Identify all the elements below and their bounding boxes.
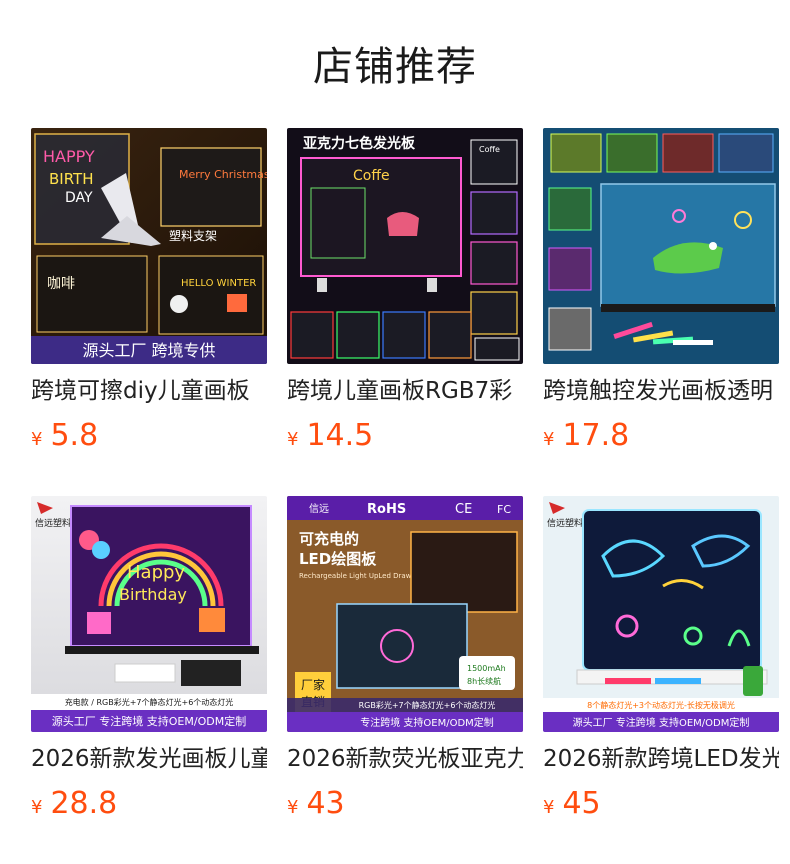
- price-value: 43: [306, 786, 345, 821]
- image-text: DAY: [65, 190, 93, 206]
- product-price: ¥43: [287, 786, 345, 821]
- image-text: LED绘图板: [299, 550, 377, 568]
- image-text: 1500mAh: [467, 664, 506, 673]
- image-text: 充电款 / RGB彩光+7个静态灯光+6个动态灯光: [65, 697, 234, 707]
- product-price: ¥5.8: [31, 418, 98, 453]
- image-text: Merry Christmas: [179, 168, 267, 181]
- currency-symbol: ¥: [31, 797, 43, 818]
- product-image[interactable]: 信远 RoHS CE FC 可充电的 LED绘图板 Rechargeable L…: [287, 496, 523, 732]
- product-title[interactable]: 跨境儿童画板RGB7彩: [287, 376, 523, 406]
- image-text: CE: [455, 502, 472, 517]
- image-text: Birthday: [119, 585, 187, 604]
- image-text: Coffe: [353, 168, 390, 184]
- product-price: ¥14.5: [287, 418, 373, 453]
- product-image[interactable]: 信远塑料 Happy Birthday 充电款 / RGB彩光+7个静态灯光+6…: [31, 496, 267, 732]
- product-image[interactable]: 亚克力七色发光板 Coffe Coffe: [287, 128, 523, 364]
- image-text: HAPPY: [43, 147, 95, 166]
- product-image[interactable]: [543, 128, 779, 364]
- image-text: 亚克力七色发光板: [303, 135, 416, 152]
- image-text: 源头工厂 专注跨境 支持OEM/ODM定制: [52, 714, 246, 728]
- image-text: 源头工厂 跨境专供: [82, 341, 215, 360]
- image-text: 信远塑料: [35, 517, 71, 529]
- product-image[interactable]: HAPPY BIRTH DAY Merry Christmas 塑料支架 咖啡 …: [31, 128, 267, 364]
- image-text: FC: [497, 503, 511, 516]
- image-text: BIRTH: [49, 170, 94, 188]
- product-price: ¥45: [543, 786, 601, 821]
- price-value: 5.8: [50, 418, 99, 453]
- product-title[interactable]: 2026新款荧光板亚克力: [287, 744, 523, 774]
- image-text: Happy: [127, 562, 185, 583]
- currency-symbol: ¥: [543, 797, 555, 818]
- image-text: 塑料支架: [169, 228, 217, 243]
- image-text: 8个静态灯光+3个动态灯光-长按无极调光: [587, 700, 735, 710]
- image-text: 信远塑料: [547, 517, 583, 529]
- currency-symbol: ¥: [287, 797, 299, 818]
- product-title[interactable]: 2026新款跨境LED发光: [543, 744, 779, 774]
- image-text: Coffe: [479, 145, 500, 154]
- image-text: RGB彩光+7个静态灯光+6个动态灯光: [359, 700, 496, 710]
- image-text: 可充电的: [299, 530, 359, 548]
- image-text: 8h长续航: [467, 676, 501, 686]
- image-text: 厂家: [301, 677, 325, 692]
- currency-symbol: ¥: [31, 429, 43, 450]
- price-value: 14.5: [306, 418, 374, 453]
- image-text: 信远: [309, 503, 329, 515]
- product-image[interactable]: 信远塑料 8个静态灯光+3个动态灯光-长按无极调光 源头工厂 专注跨境 支持OE…: [543, 496, 779, 732]
- product-title[interactable]: 跨境可擦diy儿童画板: [31, 376, 267, 406]
- product-price: ¥28.8: [31, 786, 117, 821]
- price-value: 45: [562, 786, 601, 821]
- currency-symbol: ¥: [543, 429, 555, 450]
- image-text: 源头工厂 专注跨境 支持OEM/ODM定制: [573, 716, 750, 729]
- section-heading: 店铺推荐: [313, 44, 477, 90]
- currency-symbol: ¥: [287, 429, 299, 450]
- image-text: HELLO WINTER: [181, 278, 256, 289]
- product-title[interactable]: 2026新款发光画板儿童: [31, 744, 267, 774]
- price-value: 28.8: [50, 786, 118, 821]
- image-text: RoHS: [367, 502, 406, 517]
- product-price: ¥17.8: [543, 418, 629, 453]
- price-value: 17.8: [562, 418, 630, 453]
- image-text: 专注跨境 支持OEM/ODM定制: [360, 716, 494, 729]
- image-text: 咖啡: [47, 276, 75, 292]
- product-title[interactable]: 跨境触控发光画板透明: [543, 376, 779, 406]
